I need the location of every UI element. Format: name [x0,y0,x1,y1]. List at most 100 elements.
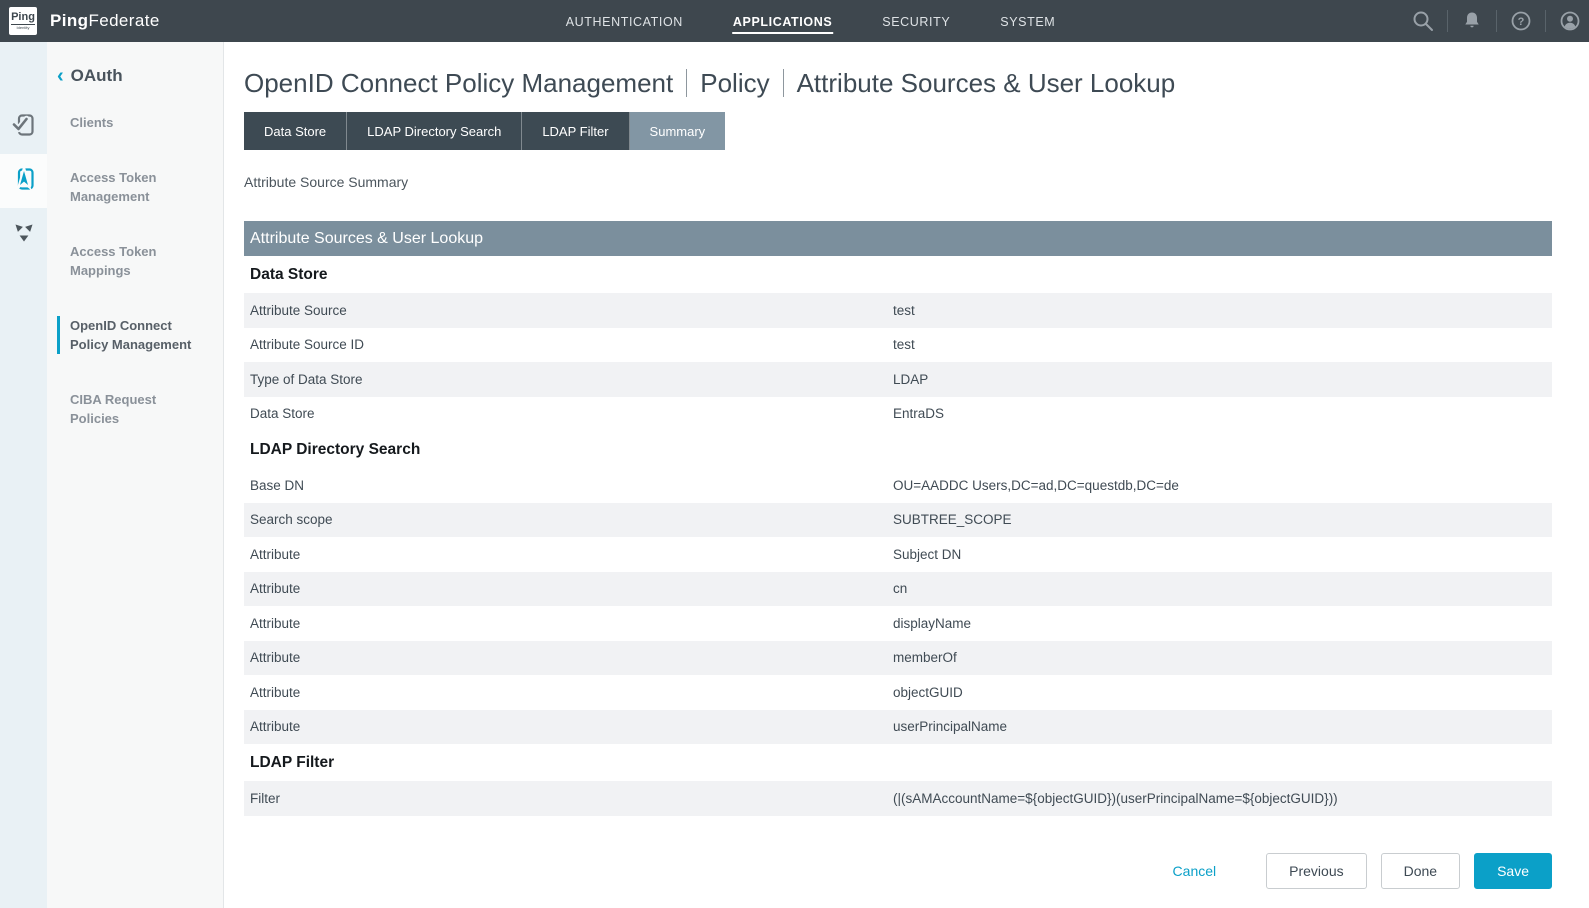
section-title: LDAP Directory Search [244,441,420,459]
row-label: Data Store [244,406,893,421]
nav-item-authentication[interactable]: AUTHENTICATION [565,9,684,34]
breadcrumb-divider [783,69,784,97]
divider [1447,10,1448,32]
notifications-icon[interactable] [1455,9,1489,33]
summary-row: AttributememberOf [244,641,1552,676]
ping-identity-logo: Ping Identity [9,7,37,35]
done-button[interactable]: Done [1381,853,1460,889]
summary-row: AttributedisplayName [244,606,1552,641]
tab-summary[interactable]: Summary [630,112,726,150]
sidebar-back-oauth[interactable]: ‹ OAuth [57,66,223,86]
top-nav-bar: Ping Identity PingFederate AUTHENTICATIO… [0,0,1589,42]
sidebar-menu: Clients Access Token Management Access Tok… [47,113,223,428]
row-label: Filter [244,791,893,806]
summary-description: Attribute Source Summary [244,174,1552,190]
summary-row: Search scopeSUBTREE_SCOPE [244,503,1552,538]
rail-item-sso[interactable] [0,100,47,154]
summary-row: Data StoreEntraDS [244,397,1552,432]
sidebar-item-clients[interactable]: Clients [70,113,195,132]
account-icon[interactable] [1553,9,1587,33]
row-label: Attribute [244,685,893,700]
sidebar-item-ciba-request-policies[interactable]: CIBA Request Policies [70,390,195,428]
row-label: Attribute [244,616,893,631]
row-value: cn [893,581,1552,596]
row-value: LDAP [893,372,1552,387]
sidebar-item-access-token-management[interactable]: Access Token Management [70,168,195,206]
main-nav: AUTHENTICATION APPLICATIONS SECURITY SYSTEM [565,0,1057,42]
help-icon[interactable]: ? [1504,9,1538,33]
tab-data-store[interactable]: Data Store [244,112,347,150]
sidebar: ‹ OAuth Clients Access Token Management Ac… [47,42,224,908]
summary-row: Attribute Source IDtest [244,328,1552,363]
breadcrumb-divider [686,69,687,97]
main-content: OpenID Connect Policy Management Policy … [224,42,1589,908]
row-label: Attribute [244,581,893,596]
save-button[interactable]: Save [1474,853,1552,889]
product-name: PingFederate [50,11,160,31]
divider [1545,10,1546,32]
row-label: Search scope [244,512,893,527]
row-label: Attribute Source [244,303,893,318]
wizard-tabs: Data StoreLDAP Directory SearchLDAP Filt… [244,112,1552,150]
check-card-icon [10,111,38,144]
section-title: Data Store [244,266,328,284]
nav-item-applications[interactable]: APPLICATIONS [732,9,833,34]
icon-rail [0,42,47,908]
logo-text: Ping [11,12,35,25]
sidebar-section-title: OAuth [71,66,123,86]
page-title: OpenID Connect Policy Management Policy … [244,68,1552,98]
sidebar-item-access-token-mappings[interactable]: Access Token Mappings [70,242,195,280]
summary-row: Attribute Sourcetest [244,293,1552,328]
row-value: Subject DN [893,547,1552,562]
search-icon[interactable] [1406,9,1440,33]
grants-icon [10,219,38,252]
svg-text:?: ? [1518,16,1525,28]
nav-item-system[interactable]: SYSTEM [999,9,1056,34]
row-label: Type of Data Store [244,372,893,387]
summary-row: Filter(|(sAMAccountName=${objectGUID})(u… [244,781,1552,816]
previous-button[interactable]: Previous [1266,853,1366,889]
row-label: Attribute [244,719,893,734]
breadcrumb-segment: Policy [700,68,769,98]
product-name-light: Federate [88,11,159,30]
tab-ldap-directory-search[interactable]: LDAP Directory Search [347,112,522,150]
row-value: memberOf [893,650,1552,665]
row-value: OU=AADDC Users,DC=ad,DC=questdb,DC=de [893,478,1552,493]
section-title: LDAP Filter [244,754,334,772]
breadcrumb-segment: Attribute Sources & User Lookup [797,68,1176,98]
summary-row: Attributecn [244,572,1552,607]
row-label: Attribute [244,650,893,665]
summary-table: Attribute Sources & User Lookup Data Sto… [244,221,1552,816]
row-label: Base DN [244,478,893,493]
product-name-bold: Ping [50,11,88,30]
section-header-row-ldap-directory-search: LDAP Directory Search [244,431,1552,468]
row-value: displayName [893,616,1552,631]
oauth-card-icon [10,165,38,198]
nav-item-security[interactable]: SECURITY [881,9,951,34]
rail-item-oauth[interactable] [0,154,47,208]
section-header-row-ldap-filter: LDAP Filter [244,744,1552,781]
row-value: SUBTREE_SCOPE [893,512,1552,527]
row-label: Attribute [244,547,893,562]
summary-row: Type of Data StoreLDAP [244,362,1552,397]
sidebar-item-openid-connect-policy-management[interactable]: OpenID Connect Policy Management [57,316,195,354]
row-value: userPrincipalName [893,719,1552,734]
brand: Ping Identity PingFederate [0,7,160,35]
table-header: Attribute Sources & User Lookup [244,221,1552,256]
summary-row: AttributeSubject DN [244,537,1552,572]
rail-item-grants[interactable] [0,208,47,262]
table-body: Data StoreAttribute SourcetestAttribute … [244,256,1552,816]
row-value: EntraDS [893,406,1552,421]
breadcrumb-segment: OpenID Connect Policy Management [244,68,673,98]
tab-ldap-filter[interactable]: LDAP Filter [522,112,629,150]
cancel-button[interactable]: Cancel [1173,863,1217,879]
section-header-row-data-store: Data Store [244,256,1552,293]
summary-row: AttributeuserPrincipalName [244,710,1552,745]
row-value: test [893,337,1552,352]
row-label: Attribute Source ID [244,337,893,352]
row-value: objectGUID [893,685,1552,700]
summary-row: Base DNOU=AADDC Users,DC=ad,DC=questdb,D… [244,468,1552,503]
footer-actions: Cancel Previous Done Save [244,853,1552,889]
summary-row: AttributeobjectGUID [244,675,1552,710]
chevron-left-icon: ‹ [57,69,64,83]
